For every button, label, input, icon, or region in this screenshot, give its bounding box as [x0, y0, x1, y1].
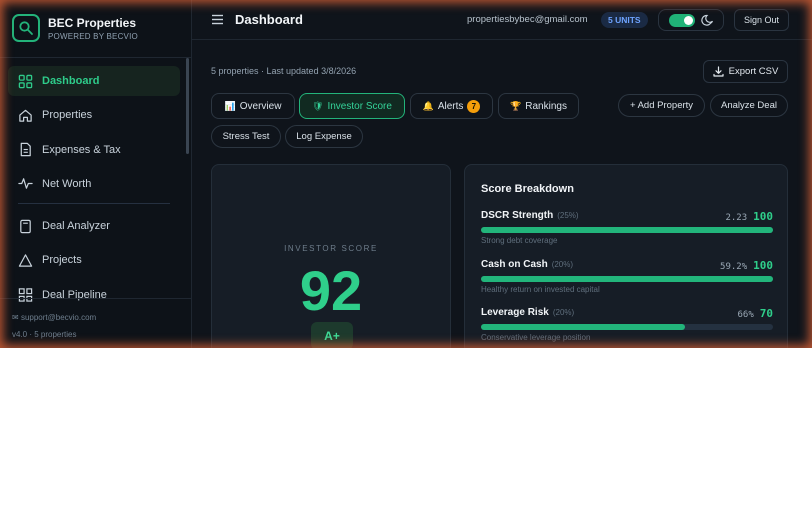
toggle-knob — [684, 16, 693, 25]
metric-score: 100 — [753, 210, 773, 223]
tab-label: Rankings — [525, 100, 567, 112]
metric-value: 66% — [737, 310, 754, 320]
export-csv-button[interactable]: Export CSV — [703, 60, 788, 83]
home-icon — [19, 109, 32, 122]
app-window: BEC Properties POWERED BY BECVIO Dashboa… — [0, 0, 812, 348]
menu-icon[interactable] — [211, 13, 224, 26]
score-grade-badge: A+ — [311, 322, 353, 348]
bell-icon: 🔔 — [422, 100, 434, 111]
pipeline-icon — [18, 288, 33, 302]
stress-test-button[interactable]: Stress Test — [211, 125, 281, 148]
metric-weight: (25%) — [557, 211, 579, 220]
sidebar-item-label: Properties — [42, 109, 93, 122]
sidebar-item-label: Expenses & Tax — [42, 143, 121, 156]
theme-controls — [658, 9, 724, 31]
search-logo-icon — [12, 14, 40, 42]
metric-name: DSCR Strength — [481, 210, 554, 221]
export-csv-label: Export CSV — [728, 66, 779, 77]
sidebar-footer: ✉ support@becvio.com v4.0 · 5 properties — [12, 309, 96, 343]
sidebar-item-properties[interactable]: Properties — [8, 100, 180, 130]
sidebar-item-label: Net Worth — [42, 177, 92, 190]
score-breakdown-title: Score Breakdown — [481, 183, 574, 195]
app-version: v4.0 · 5 properties — [12, 330, 77, 339]
sidebar-footer-divider — [0, 298, 191, 299]
metric-description: Conservative leverage position — [481, 333, 591, 342]
metric-value: 2.23 — [725, 213, 748, 223]
mail-icon: ✉ — [12, 313, 19, 322]
sidebar-item-label: Projects — [42, 254, 82, 267]
metric-progress-track — [481, 227, 773, 233]
add-property-button[interactable]: + Add Property — [618, 94, 705, 117]
sidebar-divider — [0, 57, 191, 58]
moon-icon[interactable] — [701, 14, 714, 27]
log-expense-button[interactable]: Log Expense — [285, 125, 363, 148]
metric-leverage-risk: Leverage Risk (20%) 66% 70 Conservative le… — [481, 307, 773, 348]
sidebar-item-projects[interactable]: Projects — [8, 245, 180, 275]
user-email: propertiesbybec@gmail.com — [467, 14, 588, 25]
sidebar-item-label: Dashboard — [42, 75, 100, 87]
metric-progress-fill — [481, 276, 773, 282]
sidebar-item-deal-analyzer[interactable]: Deal Analyzer — [8, 211, 180, 241]
metric-progress-fill — [481, 324, 686, 330]
metric-score: 70 — [759, 307, 773, 320]
metric-progress-fill — [481, 227, 773, 233]
sidebar-nav: Dashboard Properties Expenses & Tax Net … — [8, 66, 180, 314]
shield-icon: 🛡 — [312, 100, 324, 111]
metric-dscr-strength: DSCR Strength (25%) 2.23 100 Strong debt c… — [481, 210, 773, 256]
analyze-deal-button[interactable]: Analyze Deal — [710, 94, 788, 117]
metric-description: Healthy return on invested capital — [481, 285, 600, 294]
dark-mode-toggle[interactable] — [669, 14, 695, 27]
tab-investor-score[interactable]: 🛡 Investor Score — [299, 93, 405, 119]
dashboard-grid-icon — [18, 74, 33, 88]
sign-out-button[interactable]: Sign Out — [734, 9, 789, 31]
units-badge: 5 UNITS — [601, 12, 648, 28]
tab-label: Investor Score — [327, 100, 392, 112]
page-title: Dashboard — [235, 12, 303, 27]
download-icon — [713, 66, 724, 77]
brand-subtitle: POWERED BY BECVIO — [48, 31, 138, 41]
chart-icon: 📊 — [224, 100, 236, 111]
sidebar-scrollbar[interactable] — [186, 58, 189, 154]
brand[interactable]: BEC Properties POWERED BY BECVIO — [12, 14, 138, 42]
investor-score-card: INVESTOR SCORE 92 A+ — [211, 164, 451, 348]
metric-weight: (20%) — [552, 308, 575, 317]
tab-rankings[interactable]: 🏆 Rankings — [498, 93, 579, 119]
brand-name: BEC Properties — [48, 15, 137, 30]
document-icon — [20, 142, 31, 157]
sidebar-item-deal-pipeline[interactable]: Deal Pipeline — [8, 280, 180, 310]
investor-score-label: INVESTOR SCORE — [284, 244, 378, 253]
tab-label: Alerts — [437, 100, 464, 112]
alerts-count-badge: 7 — [467, 99, 481, 113]
nav-separator — [18, 203, 170, 205]
metric-name: Leverage Risk — [481, 307, 549, 318]
investor-score-value: 92 — [299, 259, 363, 322]
tab-label: Overview — [239, 100, 282, 112]
topbar: Dashboard propertiesbybec@gmail.com 5 UN… — [192, 0, 812, 40]
metric-value: 59.2% — [720, 262, 748, 272]
tab-alerts[interactable]: 🔔 Alerts 7 — [410, 93, 493, 119]
metric-description: Strong debt coverage — [481, 236, 558, 245]
pulse-icon — [18, 178, 33, 190]
sidebar-item-dashboard[interactable]: Dashboard — [8, 66, 180, 96]
metric-score: 100 — [753, 259, 773, 272]
metric-weight: (20%) — [551, 260, 574, 269]
sidebar-item-net-worth[interactable]: Net Worth — [8, 169, 180, 199]
metric-name: Cash on Cash — [481, 259, 548, 270]
score-breakdown-card: Score Breakdown DSCR Strength (25%) 2.23 1… — [464, 164, 788, 348]
metric-progress-track — [481, 324, 773, 330]
sidebar: BEC Properties POWERED BY BECVIO Dashboa… — [0, 0, 192, 348]
sidebar-item-label: Deal Analyzer — [42, 220, 110, 233]
metric-cash-on-cash: Cash on Cash (20%) 59.2% 100 Healthy retur… — [481, 259, 773, 305]
calculator-icon — [20, 219, 31, 233]
status-line: 5 properties · Last updated 3/8/2026 — [211, 66, 357, 76]
metric-progress-track — [481, 276, 773, 282]
warning-triangle-icon — [18, 254, 33, 267]
trophy-icon: 🏆 — [510, 100, 522, 111]
tab-overview[interactable]: 📊 Overview — [211, 93, 295, 119]
sidebar-item-expenses-tax[interactable]: Expenses & Tax — [8, 135, 180, 165]
support-email[interactable]: support@becvio.com — [21, 313, 96, 322]
